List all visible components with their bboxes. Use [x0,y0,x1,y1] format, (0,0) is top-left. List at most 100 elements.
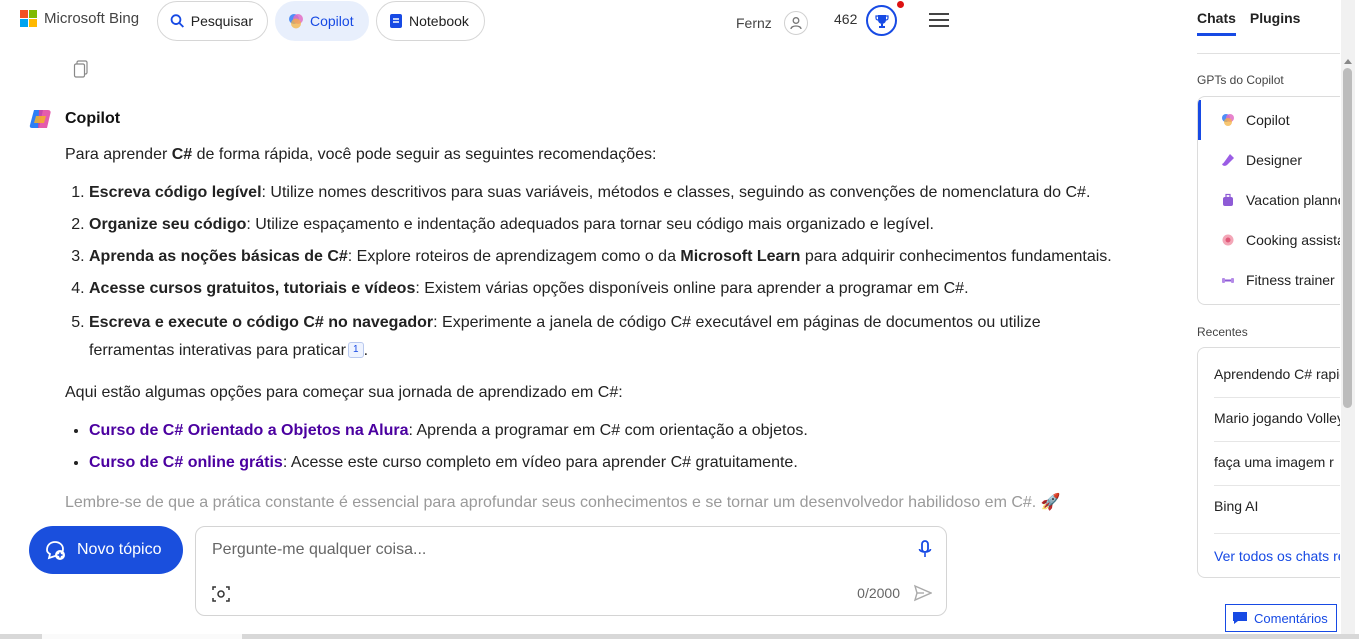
notification-dot [897,1,904,8]
see-all-chats-link[interactable]: Ver todos os chats recentes [1214,548,1340,564]
courses-list: Curso de C# Orientado a Objetos na Alura… [89,419,1115,475]
menu-hamburger-icon[interactable] [929,13,949,27]
recent-chats-list: Aprendendo C# rapidamente Mario jogando … [1197,347,1340,578]
tip-title: Acesse cursos gratuitos, tutoriais e víd… [89,280,416,297]
assistant-message: Para aprender C# de forma rápida, você p… [65,143,1115,515]
new-chat-icon [46,541,65,560]
tip-tail: . [363,342,369,359]
notebook-icon [390,14,402,28]
copilot-icon [1220,112,1236,128]
course-link[interactable]: Curso de C# Orientado a Objetos na Alura [89,422,408,439]
tip-text: : Existem várias opções disponíveis onli… [415,280,969,297]
window-bottom-tab [42,634,242,639]
vacation-icon [1220,192,1236,208]
nav-search-label: Pesquisar [190,13,253,29]
list-item: Curso de C# Orientado a Objetos na Alura… [89,419,1115,443]
gpt-item-copilot[interactable]: Copilot [1198,100,1340,140]
assistant-header: Copilot [28,106,120,132]
gpt-item-vacation[interactable]: Vacation planner [1198,180,1340,220]
microsoft-logo-icon [20,10,37,27]
list-item: Escreva e execute o código C# no navegad… [89,309,1115,365]
feedback-label: Comentários [1254,610,1328,626]
recent-chat-item[interactable]: faça uma imagem r [1214,454,1340,470]
gpts-list: Copilot Designer Vacation planner Cookin… [1197,96,1340,305]
tip-title: Escreva código legível [89,184,262,201]
scrollbar-thumb[interactable] [1343,68,1352,408]
nav-notebook-button[interactable]: Notebook [376,1,485,41]
recent-chat-item[interactable]: Aprendendo C# rapidamente [1214,366,1340,382]
search-icon [170,14,185,28]
microphone-icon[interactable] [918,540,932,565]
bing-logo[interactable]: Microsoft Bing [20,10,139,27]
visual-search-icon[interactable] [212,585,230,608]
intro-text-end: de forma rápida, você pode seguir as seg… [192,146,657,163]
course-text: : Aprenda a programar em C# com orientaç… [408,422,808,439]
tip-text: : Explore roteiros de aprendizagem como … [347,248,681,265]
chat-input-box[interactable]: Pergunte-me qualquer coisa... 0/2000 [195,526,947,616]
feedback-button[interactable]: Comentários [1225,604,1337,632]
gpts-section-label: GPTs do Copilot [1197,73,1284,87]
list-item: Aprenda as noções básicas de C#: Explore… [89,245,1115,269]
scroll-up-arrow-icon[interactable] [1344,59,1352,64]
tip-text-end: para adquirir conhecimentos fundamentais… [800,248,1112,265]
intro-paragraph: Para aprender C# de forma rápida, você p… [65,143,1115,167]
tip-text: : Utilize espaçamento e indentação adequ… [246,216,934,233]
course-link[interactable]: Curso de C# online grátis [89,454,283,471]
send-icon[interactable] [913,584,933,607]
gpt-label: Cooking assistant [1246,232,1340,248]
avatar-icon [783,11,808,35]
divider [1214,441,1340,442]
nav-notebook-label: Notebook [409,13,469,29]
tip-bold-inline: Microsoft Learn [680,248,801,265]
recent-section-label: Recentes [1197,325,1248,339]
brand-name: Microsoft Bing [44,10,140,27]
chat-input[interactable]: Pergunte-me qualquer coisa... [212,541,426,559]
citation-badge[interactable]: 1 [348,342,364,358]
closing-paragraph: Lembre-se de que a prática constante é e… [65,494,1061,511]
list-item: Curso de C# online grátis: Acesse este c… [89,451,1115,475]
feedback-icon [1233,612,1247,624]
top-bar: Microsoft Bing Pesquisar Copilot Noteboo… [0,0,1180,41]
divider [1214,533,1340,534]
list-item: Organize seu código: Utilize espaçamento… [89,213,1115,237]
gpt-item-designer[interactable]: Designer [1198,140,1340,180]
user-name: Fernz [736,15,772,31]
nav-search-button[interactable]: Pesquisar [157,1,268,41]
tab-plugins[interactable]: Plugins [1250,10,1301,36]
rewards-trophy-icon[interactable] [866,5,897,36]
tab-chats[interactable]: Chats [1197,10,1236,36]
copy-icon[interactable] [73,60,89,83]
gpt-item-cooking[interactable]: Cooking assistant [1198,220,1340,260]
options-intro: Aqui estão algumas opções para começar s… [65,384,623,401]
list-item: Escreva código legível: Utilize nomes de… [89,181,1115,205]
recent-chat-item[interactable]: Mario jogando Volley [1214,410,1340,426]
recent-chat-item[interactable]: Bing AI [1214,498,1340,514]
divider [1214,485,1340,486]
copilot-icon [289,14,303,29]
gpt-label: Fitness trainer [1246,272,1335,288]
nav-copilot-label: Copilot [310,13,354,29]
gpt-label: Vacation planner [1246,192,1340,208]
tip-title: Aprenda as noções básicas de C# [89,248,348,265]
divider [1214,397,1340,398]
designer-icon [1220,152,1236,168]
rewards-points[interactable]: 462 [834,11,857,27]
course-text: : Acesse este curso completo em vídeo pa… [282,454,798,471]
user-account-button[interactable]: Fernz [736,11,808,35]
gpt-item-fitness[interactable]: Fitness trainer [1198,260,1340,300]
intro-bold: C# [171,146,193,163]
new-topic-label: Novo tópico [77,541,162,558]
tip-text: : Utilize nomes descritivos para suas va… [261,184,1091,201]
tip-title: Escreva e execute o código C# no navegad… [89,314,434,331]
fitness-icon [1220,272,1236,288]
new-topic-button[interactable]: Novo tópico [29,526,183,574]
intro-text: Para aprender [65,146,172,163]
assistant-name: Copilot [65,110,121,127]
copilot-logo-icon [29,110,51,128]
cooking-icon [1220,232,1236,248]
nav-copilot-button[interactable]: Copilot [275,1,369,41]
tips-list: Escreva código legível: Utilize nomes de… [89,181,1115,365]
gpt-label: Designer [1246,152,1303,168]
tip-title: Organize seu código [89,216,247,233]
gpt-label: Copilot [1246,112,1290,128]
